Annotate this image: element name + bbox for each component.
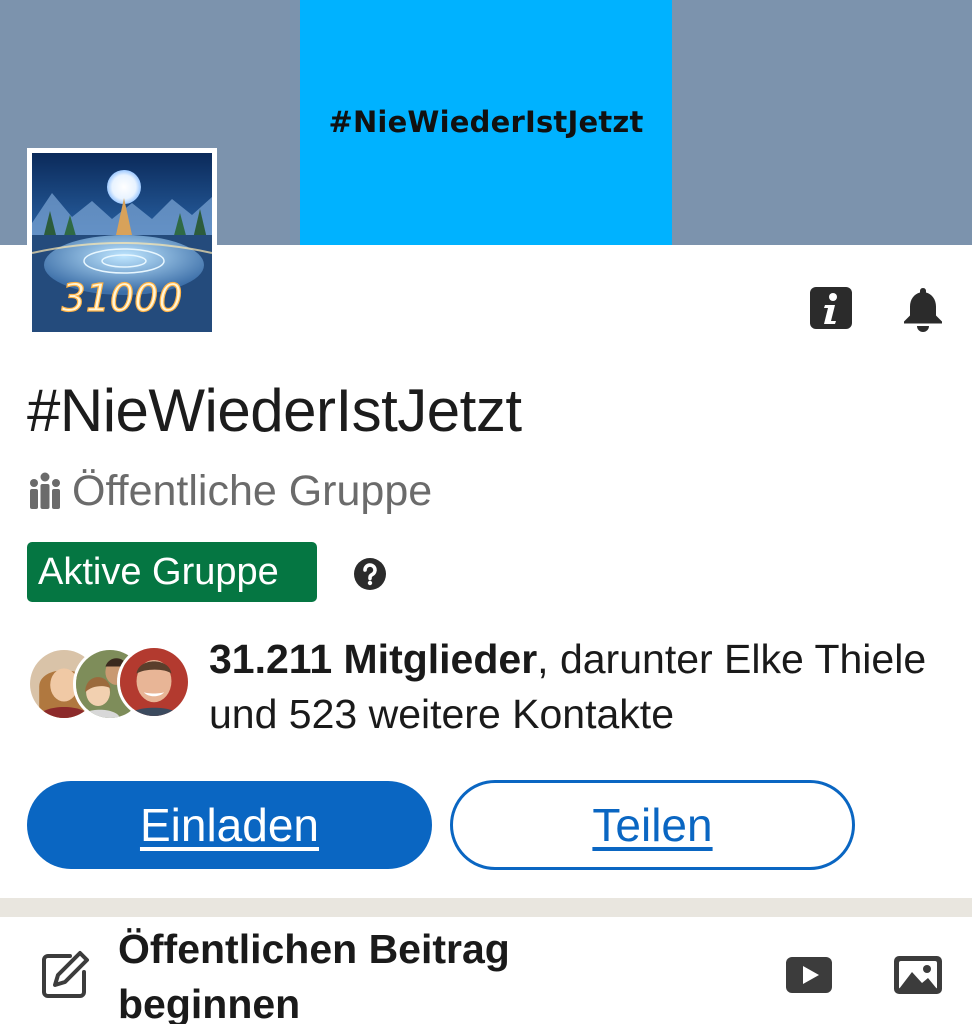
logo-number: 31000 [62, 276, 183, 320]
member-avatars[interactable] [27, 645, 193, 721]
bell-icon[interactable] [898, 283, 948, 333]
invite-button[interactable]: Einladen [27, 781, 432, 869]
privacy-label: Öffentliche Gruppe [72, 466, 433, 515]
video-icon[interactable] [784, 950, 834, 1000]
image-icon[interactable] [892, 950, 944, 1000]
info-icon[interactable] [808, 285, 854, 331]
member-count: 31.211 Mitglieder [209, 636, 538, 682]
people-icon [30, 472, 60, 509]
start-post-label[interactable]: Öffentlichen Beitrag beginnen [118, 922, 538, 1024]
group-title: #NieWiederIstJetzt [27, 377, 522, 444]
members-summary[interactable]: 31.211 Mitglieder, darunter Elke Thiele … [209, 632, 949, 742]
banner-panel: #NieWiederIstJetzt [300, 0, 672, 245]
edit-icon[interactable] [40, 950, 90, 1000]
banner-text: #NieWiederIstJetzt [328, 105, 644, 139]
group-logo-image: 31000 [32, 153, 212, 332]
section-divider [0, 898, 972, 917]
share-button[interactable]: Teilen [450, 780, 855, 870]
question-circle-icon[interactable] [353, 557, 387, 591]
group-logo[interactable]: 31000 [27, 148, 217, 337]
group-privacy: Öffentliche Gruppe [28, 466, 432, 516]
active-group-badge: Aktive Gruppe [27, 542, 317, 602]
avatar [117, 645, 191, 719]
